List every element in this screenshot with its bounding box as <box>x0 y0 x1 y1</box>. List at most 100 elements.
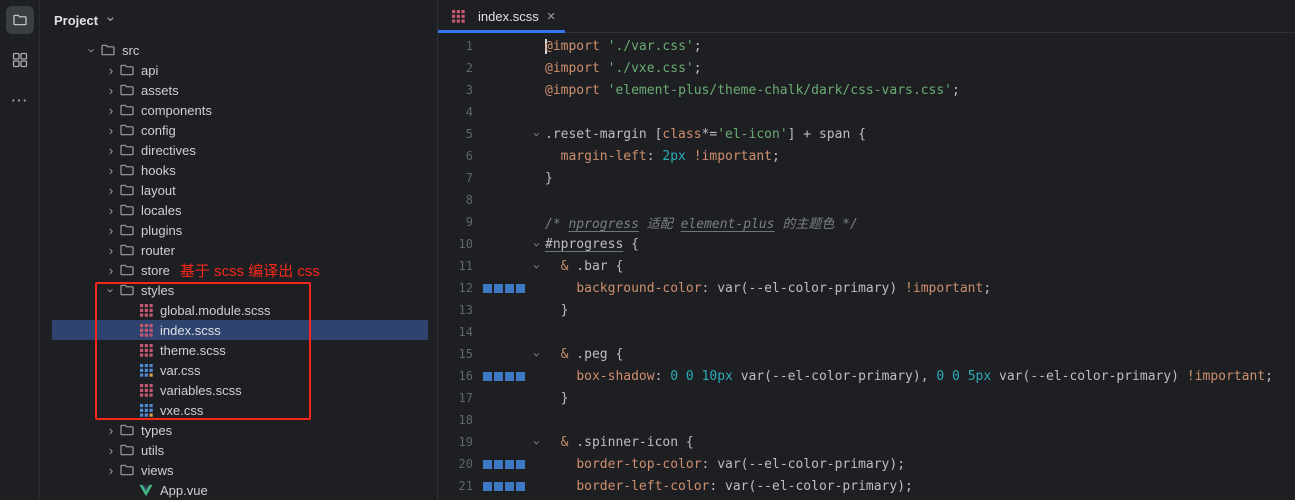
chevron-collapsed-icon[interactable]: › <box>103 463 119 478</box>
fold-arrow-icon[interactable]: › <box>527 435 545 450</box>
tree-item-variables.scss[interactable]: variables.scss <box>40 380 437 400</box>
color-chip-icon[interactable] <box>494 372 503 381</box>
tab-index-scss[interactable]: index.scss × <box>438 0 565 32</box>
code-line-8[interactable]: 8 <box>438 189 1295 211</box>
line-number: 21 <box>438 479 473 493</box>
chevron-collapsed-icon[interactable]: › <box>103 103 119 118</box>
tree-item-hooks[interactable]: ›hooks <box>40 160 437 180</box>
fold-arrow-icon[interactable]: › <box>527 237 545 252</box>
tree-item-assets[interactable]: ›assets <box>40 80 437 100</box>
code-text: & .spinner-icon { <box>545 435 694 450</box>
tree-item-router[interactable]: ›router <box>40 240 437 260</box>
tree-item-config[interactable]: ›config <box>40 120 437 140</box>
chevron-expanded-icon[interactable]: › <box>84 43 100 58</box>
tree-item-layout[interactable]: ›layout <box>40 180 437 200</box>
code-line-1[interactable]: 1@import './var.css'; <box>438 35 1295 57</box>
color-preview-chips[interactable] <box>473 460 527 469</box>
code-line-19[interactable]: 19› & .spinner-icon { <box>438 431 1295 453</box>
chevron-collapsed-icon[interactable]: › <box>103 143 119 158</box>
code-line-17[interactable]: 17 } <box>438 387 1295 409</box>
tree-item-vxe.css[interactable]: vxe.css <box>40 400 437 420</box>
color-chip-icon[interactable] <box>516 372 525 381</box>
chevron-collapsed-icon[interactable]: › <box>103 423 119 438</box>
code-line-10[interactable]: 10›#nprogress { <box>438 233 1295 255</box>
tree-item-locales[interactable]: ›locales <box>40 200 437 220</box>
chevron-collapsed-icon[interactable]: › <box>103 243 119 258</box>
color-chip-icon[interactable] <box>516 482 525 491</box>
chevron-collapsed-icon[interactable]: › <box>103 203 119 218</box>
chevron-collapsed-icon[interactable]: › <box>103 63 119 78</box>
code-line-13[interactable]: 13 } <box>438 299 1295 321</box>
color-chip-icon[interactable] <box>494 482 503 491</box>
code-line-14[interactable]: 14 <box>438 321 1295 343</box>
tree-item-types[interactable]: ›types <box>40 420 437 440</box>
tree-item-theme.scss[interactable]: theme.scss <box>40 340 437 360</box>
tree-item-styles[interactable]: ›styles <box>40 280 437 300</box>
fold-arrow-icon[interactable]: › <box>527 347 545 362</box>
chevron-collapsed-icon[interactable]: › <box>103 223 119 238</box>
tree-item-utils[interactable]: ›utils <box>40 440 437 460</box>
tree-item-views[interactable]: ›views <box>40 460 437 480</box>
scss-icon <box>138 302 154 318</box>
chevron-collapsed-icon[interactable]: › <box>103 443 119 458</box>
tree-item-var.css[interactable]: var.css <box>40 360 437 380</box>
code-line-11[interactable]: 11› & .bar { <box>438 255 1295 277</box>
code-line-18[interactable]: 18 <box>438 409 1295 431</box>
code-line-2[interactable]: 2@import './vxe.css'; <box>438 57 1295 79</box>
color-chip-icon[interactable] <box>505 284 514 293</box>
code-line-5[interactable]: 5›.reset-margin [class*='el-icon'] + spa… <box>438 123 1295 145</box>
editor: index.scss × 1@import './var.css';2@impo… <box>437 0 1295 500</box>
tree-item-components[interactable]: ›components <box>40 100 437 120</box>
color-chip-icon[interactable] <box>483 482 492 491</box>
line-number: 17 <box>438 391 473 405</box>
chevron-collapsed-icon[interactable]: › <box>103 183 119 198</box>
code-text: @import './vxe.css'; <box>545 61 702 76</box>
chevron-collapsed-icon[interactable]: › <box>103 123 119 138</box>
code-line-7[interactable]: 7} <box>438 167 1295 189</box>
tree-item-plugins[interactable]: ›plugins <box>40 220 437 240</box>
color-preview-chips[interactable] <box>473 284 527 293</box>
chevron-expanded-icon[interactable]: › <box>103 283 119 298</box>
chevron-collapsed-icon[interactable]: › <box>103 83 119 98</box>
folder-icon <box>119 462 135 478</box>
code-line-6[interactable]: 6 margin-left: 2px !important; <box>438 145 1295 167</box>
color-chip-icon[interactable] <box>505 372 514 381</box>
chevron-collapsed-icon[interactable]: › <box>103 263 119 278</box>
project-tool-window-icon[interactable] <box>6 6 34 34</box>
color-chip-icon[interactable] <box>505 482 514 491</box>
fold-arrow-icon[interactable]: › <box>527 259 545 274</box>
tree-item-App.vue[interactable]: App.vue <box>40 480 437 500</box>
color-chip-icon[interactable] <box>516 460 525 469</box>
tree-item-directives[interactable]: ›directives <box>40 140 437 160</box>
color-chip-icon[interactable] <box>494 460 503 469</box>
code-line-3[interactable]: 3@import 'element-plus/theme-chalk/dark/… <box>438 79 1295 101</box>
project-panel-header[interactable]: Project ⌄ <box>40 0 437 40</box>
code-line-20[interactable]: 20 border-top-color: var(--el-color-prim… <box>438 453 1295 475</box>
tree-item-store[interactable]: ›store基于 scss 编译出 css <box>40 260 437 280</box>
color-chip-icon[interactable] <box>494 284 503 293</box>
color-preview-chips[interactable] <box>473 372 527 381</box>
code-line-4[interactable]: 4 <box>438 101 1295 123</box>
tree-item-index.scss[interactable]: index.scss <box>40 320 437 340</box>
color-chip-icon[interactable] <box>516 284 525 293</box>
more-tool-windows-icon[interactable]: ⋯ <box>6 86 34 114</box>
code-area[interactable]: 1@import './var.css';2@import './vxe.css… <box>438 33 1295 500</box>
color-preview-chips[interactable] <box>473 482 527 491</box>
color-chip-icon[interactable] <box>483 284 492 293</box>
code-line-21[interactable]: 21 border-left-color: var(--el-color-pri… <box>438 475 1295 497</box>
code-line-12[interactable]: 12 background-color: var(--el-color-prim… <box>438 277 1295 299</box>
color-chip-icon[interactable] <box>505 460 514 469</box>
code-line-16[interactable]: 16 box-shadow: 0 0 10px var(--el-color-p… <box>438 365 1295 387</box>
line-number: 7 <box>438 171 473 185</box>
code-line-9[interactable]: 9/* nprogress 适配 element-plus 的主题色 */ <box>438 211 1295 233</box>
color-chip-icon[interactable] <box>483 372 492 381</box>
tree-item-api[interactable]: ›api <box>40 60 437 80</box>
tree-item-global.module.scss[interactable]: global.module.scss <box>40 300 437 320</box>
color-chip-icon[interactable] <box>483 460 492 469</box>
code-line-15[interactable]: 15› & .peg { <box>438 343 1295 365</box>
modules-tool-window-icon[interactable] <box>6 46 34 74</box>
chevron-collapsed-icon[interactable]: › <box>103 163 119 178</box>
tree-item-src[interactable]: ›src <box>40 40 437 60</box>
fold-arrow-icon[interactable]: › <box>527 127 545 142</box>
close-tab-icon[interactable]: × <box>547 9 556 24</box>
